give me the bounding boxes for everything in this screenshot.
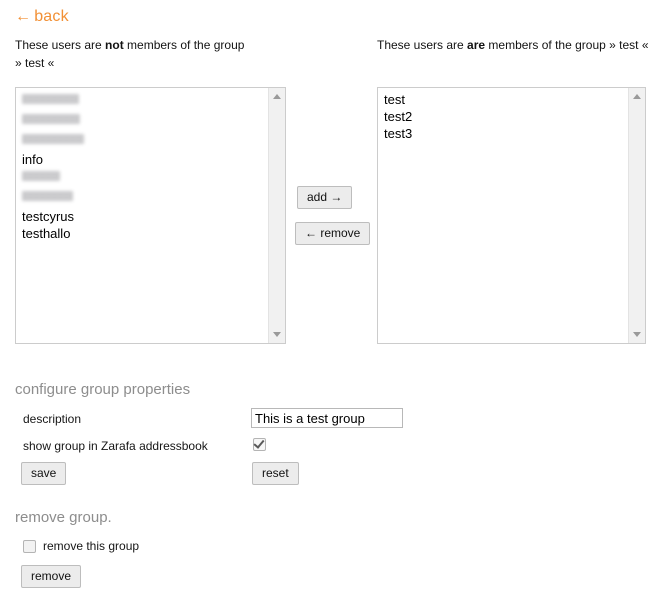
members-heading-emphasis: are	[467, 38, 486, 52]
remove-group-checkbox-label[interactable]: remove this group	[43, 539, 139, 553]
non-members-listbox[interactable]: info testcyrus testhallo	[15, 87, 286, 344]
members-scrollbar[interactable]	[628, 88, 645, 343]
redacted-username	[22, 191, 73, 201]
redacted-username	[22, 134, 84, 144]
non-members-heading: These users are not members of the group…	[15, 36, 265, 72]
scroll-down-arrow-icon[interactable]	[629, 326, 645, 343]
list-item[interactable]: test3	[383, 125, 628, 142]
members-heading: These users are are members of the group…	[377, 36, 657, 54]
scroll-up-arrow-icon[interactable]	[629, 88, 645, 105]
reset-button[interactable]: reset	[252, 462, 299, 485]
list-item[interactable]: testcyrus	[21, 208, 268, 225]
non-members-heading-suffix: members of the group	[123, 38, 245, 52]
list-item[interactable]	[21, 114, 268, 131]
configure-properties-title: configure group properties	[15, 381, 191, 398]
scroll-down-arrow-icon[interactable]	[269, 326, 285, 343]
list-item[interactable]	[21, 171, 268, 188]
left-arrow-icon: ←	[15, 8, 32, 25]
scroll-up-arrow-icon[interactable]	[269, 88, 285, 105]
redacted-username	[22, 94, 79, 104]
addressbook-label: show group in Zarafa addressbook	[23, 439, 208, 453]
list-item[interactable]	[21, 191, 268, 208]
addressbook-checkbox[interactable]	[253, 438, 266, 451]
remove-group-checkbox[interactable]	[23, 540, 36, 553]
list-item[interactable]: info	[21, 151, 268, 168]
description-input[interactable]	[251, 408, 403, 428]
members-listbox[interactable]: test test2 test3	[377, 87, 646, 344]
redacted-username	[22, 114, 80, 124]
description-label: description	[23, 412, 82, 426]
redacted-username	[22, 171, 60, 181]
remove-group-title: remove group.	[15, 509, 112, 526]
back-link-label: back	[34, 8, 69, 25]
remove-group-button[interactable]: remove	[21, 565, 82, 588]
list-item[interactable]: test	[383, 91, 628, 108]
members-option-list[interactable]: test test2 test3	[378, 88, 628, 343]
non-members-scrollbar[interactable]	[268, 88, 285, 343]
list-item[interactable]	[21, 94, 268, 111]
save-button[interactable]: save	[21, 462, 67, 485]
non-members-group-name: » test «	[15, 56, 55, 70]
non-members-option-list[interactable]: info testcyrus testhallo	[16, 88, 268, 343]
list-item[interactable]: test2	[383, 108, 628, 125]
non-members-heading-emphasis: not	[105, 38, 124, 52]
non-members-heading-prefix: These users are	[15, 38, 106, 52]
add-member-button[interactable]: add →	[297, 186, 353, 209]
back-link[interactable]: ← back	[15, 8, 69, 26]
members-heading-prefix: These users are	[377, 38, 468, 52]
remove-member-button[interactable]: ← remove	[295, 222, 371, 245]
list-item[interactable]: testhallo	[21, 225, 268, 242]
members-heading-suffix: members of the group » test «	[485, 38, 649, 52]
list-item[interactable]	[21, 134, 268, 151]
